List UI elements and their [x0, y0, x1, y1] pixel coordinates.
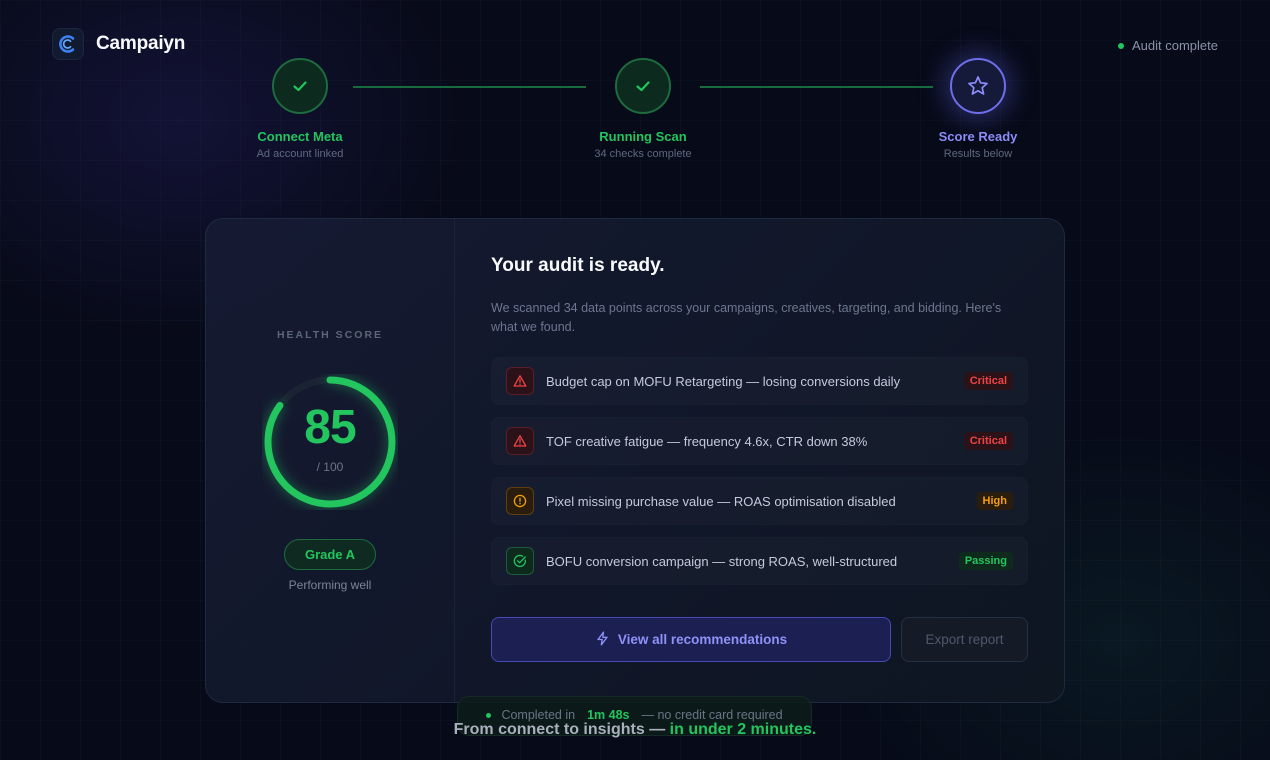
findings-list: Budget cap on MOFU Retargeting — losing … — [491, 357, 1028, 585]
grade-subtitle: Performing well — [288, 578, 372, 592]
health-score-panel: HEALTH SCORE 85 / 100 Grade A Performing… — [206, 219, 455, 702]
tagline-highlight: in under 2 minutes. — [669, 721, 817, 738]
step-subtitle: Ad account linked — [256, 148, 344, 160]
health-score-gauge: 85 / 100 — [262, 374, 398, 510]
step-subtitle: Results below — [943, 148, 1013, 160]
finding-item[interactable]: Pixel missing purchase value — ROAS opti… — [491, 477, 1028, 525]
check-circle-icon — [506, 547, 534, 575]
star-icon — [950, 58, 1006, 114]
card-actions: View all recommendations Export report — [491, 617, 1028, 662]
audit-result-card: HEALTH SCORE 85 / 100 Grade A Performing… — [205, 218, 1065, 703]
export-report-button[interactable]: Export report — [901, 617, 1028, 662]
grade-badge: Grade A — [283, 539, 377, 570]
step-title: Connect Meta — [257, 129, 343, 144]
warning-triangle-icon — [506, 427, 534, 455]
check-icon — [272, 58, 328, 114]
audit-details-panel: Your audit is ready. We scanned 34 data … — [455, 219, 1064, 702]
brand-logo[interactable]: Campaiyn — [52, 28, 185, 60]
status-dot-icon — [1118, 42, 1124, 49]
brand-name: Campaiyn — [96, 33, 186, 54]
view-all-recommendations-button[interactable]: View all recommendations — [491, 617, 891, 662]
severity-badge: Passing — [958, 552, 1013, 570]
status-dot-icon — [486, 712, 492, 718]
audit-status: Audit complete — [1118, 38, 1218, 53]
step-title: Score Ready — [938, 129, 1018, 144]
button-label: Export report — [925, 632, 1004, 647]
completed-time: 1m 48s — [587, 708, 630, 722]
finding-text: Budget cap on MOFU Retargeting — losing … — [546, 373, 901, 389]
step-running-scan: Running Scan 34 checks complete — [563, 58, 723, 160]
campaiyn-logo-icon — [52, 28, 84, 60]
audit-description: We scanned 34 data points across your ca… — [491, 301, 1002, 334]
button-label: View all recommendations — [617, 632, 788, 647]
finding-item[interactable]: BOFU conversion campaign — strong ROAS, … — [491, 537, 1028, 585]
step-score-ready: Score Ready Results below — [898, 58, 1058, 160]
health-score-label: HEALTH SCORE — [276, 329, 384, 341]
status-label: Audit complete — [1132, 38, 1218, 53]
tagline-main: From connect to insights — — [453, 721, 666, 738]
warning-triangle-icon — [506, 367, 534, 395]
completed-prefix: Completed in — [501, 708, 576, 722]
finding-item[interactable]: TOF creative fatigue — frequency 4.6x, C… — [491, 417, 1028, 465]
health-score-max: / 100 — [316, 460, 344, 474]
step-title: Running Scan — [599, 129, 687, 144]
severity-badge: Critical — [963, 432, 1013, 450]
finding-text: BOFU conversion campaign — strong ROAS, … — [546, 553, 898, 569]
step-connect-meta: Connect Meta Ad account linked — [220, 58, 380, 160]
lightning-icon — [595, 631, 610, 649]
finding-item[interactable]: Budget cap on MOFU Retargeting — losing … — [491, 357, 1028, 405]
step-subtitle: 34 checks complete — [594, 148, 692, 160]
finding-text: Pixel missing purchase value — ROAS opti… — [546, 493, 896, 509]
finding-text: TOF creative fatigue — frequency 4.6x, C… — [546, 433, 868, 449]
severity-badge: High — [976, 492, 1013, 510]
completed-suffix: — no credit card required — [641, 708, 783, 722]
health-score-value: 85 — [304, 401, 356, 454]
step-connector-1 — [353, 86, 586, 88]
tagline: From connect to insights — in under 2 mi… — [0, 721, 1270, 739]
audit-title: Your audit is ready. — [491, 255, 665, 276]
severity-badge: Critical — [963, 372, 1013, 390]
alert-circle-icon — [506, 487, 534, 515]
check-icon — [615, 58, 671, 114]
